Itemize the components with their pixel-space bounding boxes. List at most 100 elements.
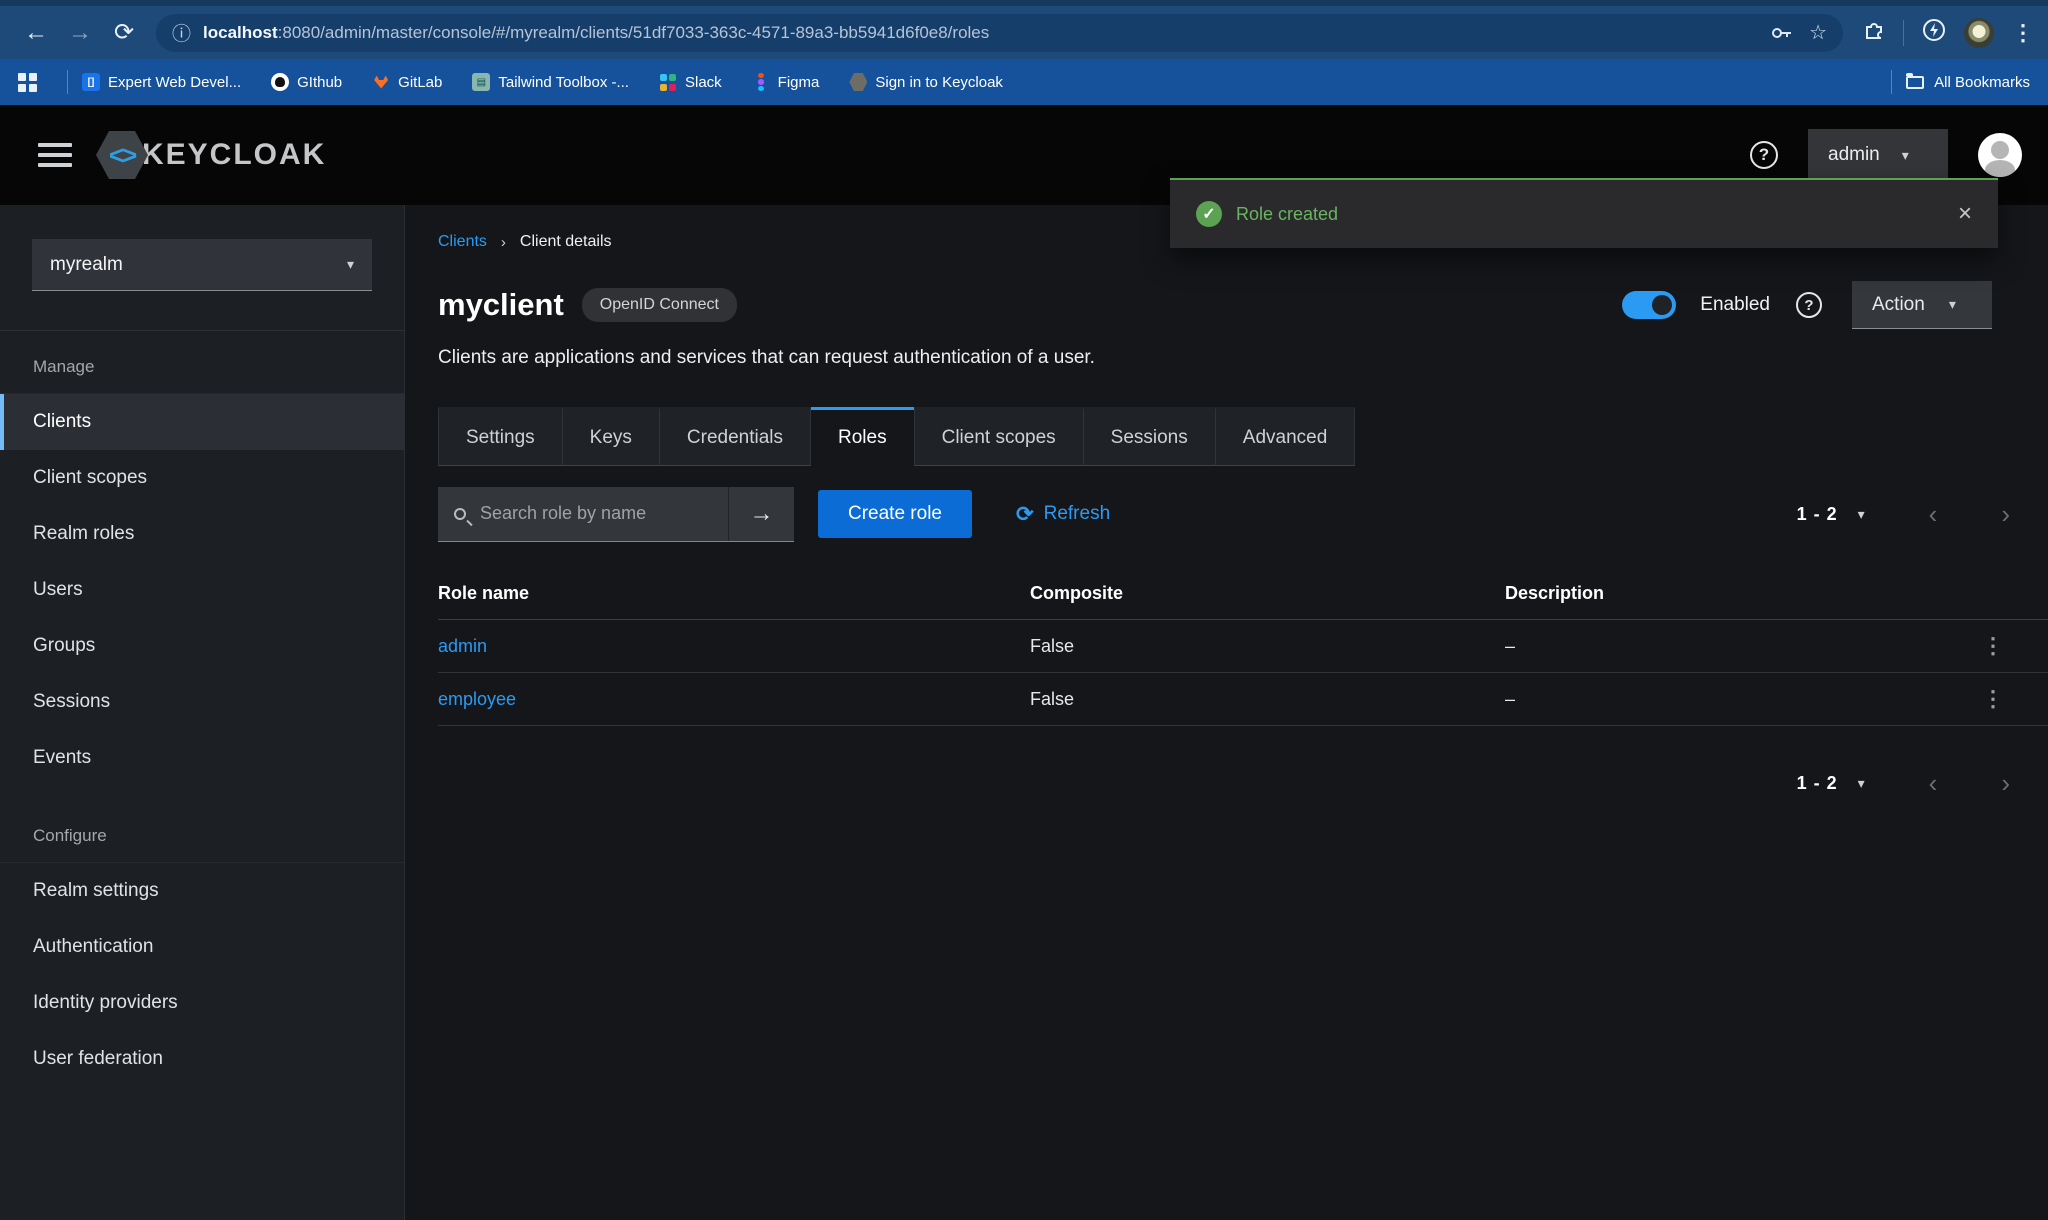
toast-close-icon[interactable]: × [1958, 200, 1972, 228]
tailwind-favicon: ▤ [472, 73, 490, 91]
keycloak-logo[interactable]: <> KEYCLOAK [96, 131, 326, 179]
next-page-icon[interactable]: › [2001, 770, 2010, 796]
reload-icon[interactable]: ⟳ [102, 18, 146, 47]
sidebar-item-events[interactable]: Events [0, 730, 404, 786]
enabled-help-icon[interactable]: ? [1796, 292, 1822, 318]
bookmark-star-icon[interactable]: ☆ [1809, 20, 1827, 45]
bookmark-tailwind[interactable]: ▤ Tailwind Toolbox -... [472, 73, 629, 91]
user-avatar[interactable] [1978, 133, 2022, 177]
figma-favicon [752, 73, 770, 91]
back-icon[interactable]: ← [14, 19, 58, 47]
title-row: myclient OpenID Connect Enabled ? Action… [438, 281, 2048, 329]
realm-selector[interactable]: myrealm ▾ [32, 239, 372, 291]
bookmark-keycloak[interactable]: Sign in to Keycloak [849, 73, 1003, 91]
bookmarks-bar: [] Expert Web Devel... GIthub GitLab ▤ T… [0, 59, 2048, 105]
role-link-employee[interactable]: employee [438, 689, 1030, 710]
refresh-label: Refresh [1044, 503, 1111, 525]
bookmark-slack[interactable]: Slack [659, 73, 722, 91]
sidebar-item-identity-providers[interactable]: Identity providers [0, 975, 404, 1031]
toast-message: Role created [1236, 204, 1338, 225]
search-icon [454, 508, 466, 520]
configure-section-label: Configure [0, 786, 404, 862]
table-header-row: Role name Composite Description [438, 568, 2048, 620]
bookmark-label: Sign in to Keycloak [875, 74, 1003, 91]
action-dropdown[interactable]: Action ▾ [1852, 281, 1992, 329]
action-dropdown-label: Action [1872, 294, 1925, 316]
table-row: employee False – ⋮ [438, 673, 2048, 726]
bookmark-figma[interactable]: Figma [752, 73, 820, 91]
tab-client-scopes[interactable]: Client scopes [914, 407, 1084, 466]
manage-nav-list: Clients Client scopes Realm roles Users … [0, 393, 404, 786]
bookmark-label: Tailwind Toolbox -... [498, 74, 629, 91]
tab-roles[interactable]: Roles [811, 407, 914, 466]
site-info-icon[interactable]: ⓘ [172, 19, 191, 46]
bookmark-expert-web[interactable]: [] Expert Web Devel... [82, 73, 241, 91]
header-right-cluster: ? admin ▾ [1750, 129, 2022, 181]
sidebar-item-realm-settings[interactable]: Realm settings [0, 863, 404, 919]
prev-page-icon[interactable]: ‹ [1929, 770, 1938, 796]
prev-page-icon[interactable]: ‹ [1929, 501, 1938, 527]
bookmark-github[interactable]: GIthub [271, 73, 342, 91]
composite-value: False [1030, 636, 1505, 657]
slack-favicon [659, 73, 677, 91]
sidebar-item-users[interactable]: Users [0, 562, 404, 618]
tab-settings[interactable]: Settings [438, 407, 563, 466]
role-link-admin[interactable]: admin [438, 636, 1030, 657]
main-content: Clients › Client details myclient OpenID… [405, 205, 2048, 1220]
row-kebab-icon[interactable]: ⋮ [1938, 686, 2048, 712]
help-icon[interactable]: ? [1750, 141, 1778, 169]
row-kebab-icon[interactable]: ⋮ [1938, 633, 2048, 659]
sidebar-item-realm-roles[interactable]: Realm roles [0, 506, 404, 562]
github-favicon [271, 73, 289, 91]
composite-value: False [1030, 689, 1505, 710]
refresh-icon: ⟳ [1016, 502, 1034, 527]
url-host: localhost [203, 23, 278, 42]
browser-menu-icon[interactable]: ⋮ [2012, 20, 2034, 46]
gitlab-favicon [372, 73, 390, 91]
bookmark-label: Figma [778, 74, 820, 91]
refresh-button[interactable]: ⟳ Refresh [1016, 502, 1110, 527]
browser-profile-avatar[interactable] [1964, 18, 1994, 48]
sidebar-item-groups[interactable]: Groups [0, 618, 404, 674]
sidebar-item-clients[interactable]: Clients [0, 394, 404, 450]
breadcrumb-clients-link[interactable]: Clients [438, 233, 487, 251]
create-role-button[interactable]: Create role [818, 490, 972, 538]
url-text[interactable]: localhost:8080/admin/master/console/#/my… [203, 23, 1755, 43]
tab-bar: Settings Keys Credentials Roles Client s… [438, 407, 2048, 466]
chevron-down-icon: ▾ [1902, 147, 1909, 164]
bookmark-label: GitLab [398, 74, 442, 91]
search-group: → [438, 487, 794, 542]
toolbar-divider [1903, 20, 1904, 46]
user-menu-dropdown[interactable]: admin ▾ [1808, 129, 1948, 181]
battery-saver-icon[interactable] [1922, 18, 1946, 47]
toolbar-right-cluster: ⋮ [1863, 18, 2034, 48]
hamburger-menu-icon[interactable] [38, 143, 72, 167]
page-title: myclient [438, 287, 564, 323]
search-input[interactable] [478, 502, 712, 525]
sidebar-item-client-scopes[interactable]: Client scopes [0, 450, 404, 506]
password-key-icon[interactable] [1771, 26, 1793, 40]
breadcrumb-separator-icon: › [501, 234, 506, 251]
tab-advanced[interactable]: Advanced [1216, 407, 1356, 466]
forward-icon[interactable]: → [58, 19, 102, 47]
all-bookmarks[interactable]: All Bookmarks [1877, 70, 2030, 94]
enabled-toggle[interactable] [1622, 291, 1676, 319]
pagination-bottom: 1 - 2 ▾ ‹ › [1797, 770, 2010, 796]
pagination-dropdown-icon[interactable]: ▾ [1858, 506, 1865, 523]
tab-sessions[interactable]: Sessions [1084, 407, 1216, 466]
address-bar[interactable]: ⓘ localhost:8080/admin/master/console/#/… [156, 14, 1843, 52]
breadcrumb-current: Client details [520, 233, 612, 251]
col-description: Description [1505, 583, 1938, 604]
bookmark-gitlab[interactable]: GitLab [372, 73, 442, 91]
extensions-icon[interactable] [1863, 19, 1885, 46]
tab-keys[interactable]: Keys [563, 407, 660, 466]
apps-grid-icon[interactable] [18, 73, 37, 92]
pagination-dropdown-icon[interactable]: ▾ [1858, 775, 1865, 792]
sidebar-item-user-federation[interactable]: User federation [0, 1031, 404, 1087]
roles-toolbar: → Create role ⟳ Refresh 1 - 2 ▾ ‹ › [438, 486, 2048, 542]
search-submit-button[interactable]: → [728, 487, 794, 541]
tab-credentials[interactable]: Credentials [660, 407, 811, 466]
sidebar-item-sessions[interactable]: Sessions [0, 674, 404, 730]
sidebar-item-authentication[interactable]: Authentication [0, 919, 404, 975]
next-page-icon[interactable]: › [2001, 501, 2010, 527]
